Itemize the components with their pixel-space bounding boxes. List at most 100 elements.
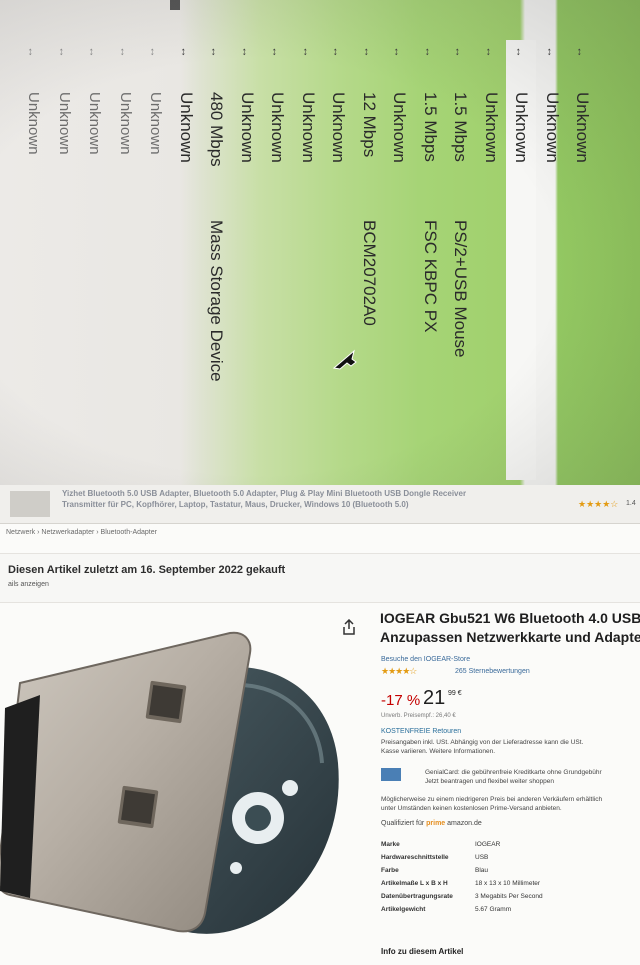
other-sellers-note-line-2: unter Umständen keinen kostenlosen Prime… xyxy=(381,805,562,812)
product-image[interactable] xyxy=(0,613,345,945)
usb-device-row[interactable]: ↔ 480 Mbps Mass Storage Device xyxy=(201,40,231,480)
usb-device-row-content: 1.5 Mbps FSC KBPC PX xyxy=(415,92,445,485)
row-expand-icon[interactable]: ↔ xyxy=(178,47,190,58)
usb-device-row[interactable]: ↔ Unknown xyxy=(262,40,292,480)
usb-device-row[interactable]: ↔ Unknown xyxy=(79,40,109,480)
spec-key: Artikelgewicht xyxy=(381,906,426,913)
prime-eligibility: Qualifiziert für prime amazon.de xyxy=(381,820,482,827)
usb-device-row[interactable]: ↔ Unknown xyxy=(232,40,262,480)
device-speed: Unknown xyxy=(116,92,134,155)
credit-card-offer-line-1[interactable]: GenialCard: die gebührenfreie Kreditkart… xyxy=(425,768,640,777)
usb-device-row[interactable]: ↔ Unknown xyxy=(476,40,506,480)
row-expand-icon[interactable]: ↔ xyxy=(544,47,556,58)
usb-device-row[interactable]: ↔ Unknown xyxy=(293,40,323,480)
brand-store-link[interactable]: Besuche den IOGEAR-Store xyxy=(381,656,470,663)
device-description: FSC KBPC PX xyxy=(420,220,440,333)
device-speed: Unknown xyxy=(390,92,409,163)
credit-card-offer-line-2[interactable]: Jetzt beantragen und flexibel weiter sho… xyxy=(425,777,640,786)
order-details-link[interactable]: ails anzeigen xyxy=(8,581,49,588)
sticky-product-title[interactable]: Yizhet Bluetooth 5.0 USB Adapter, Blueto… xyxy=(62,488,562,510)
usb-device-row[interactable]: ↔ Unknown xyxy=(171,40,201,480)
usb-device-row[interactable]: ↔ Unknown xyxy=(110,40,140,480)
row-expand-icon[interactable]: ↔ xyxy=(514,47,526,58)
prime-logo: prime xyxy=(426,820,446,827)
usb-device-row-content: Unknown xyxy=(18,92,48,485)
device-speed: Unknown xyxy=(147,92,164,155)
row-expand-icon[interactable]: ↔ xyxy=(392,47,404,58)
row-expand-icon[interactable]: ↔ xyxy=(361,47,373,58)
spec-value: 5.67 Gramm xyxy=(475,906,512,913)
row-expand-icon[interactable]: ↔ xyxy=(26,47,38,58)
sticky-product-bar[interactable]: Yizhet Bluetooth 5.0 USB Adapter, Blueto… xyxy=(0,485,640,524)
spec-value: 3 Megabits Per Second xyxy=(475,893,543,900)
usb-device-row[interactable]: ↔ 12 Mbps BCM20702A0 xyxy=(354,40,384,480)
device-speed: 1.5 Mbps xyxy=(451,92,470,162)
spec-row: Artikelmaße L x B x H 18 x 13 x 10 Millim… xyxy=(381,877,640,890)
usb-device-row[interactable]: ↔ Unknown xyxy=(49,40,79,480)
device-speed: Unknown xyxy=(573,92,592,163)
device-speed: Unknown xyxy=(329,92,348,163)
spec-row: Artikelgewicht 5.67 Gramm xyxy=(381,903,640,916)
price-whole: 21 xyxy=(423,687,446,709)
sticky-product-thumbnail[interactable] xyxy=(10,491,50,517)
credit-card-offer[interactable]: GenialCard: die gebührenfreie Kreditkart… xyxy=(425,768,640,786)
row-expand-icon[interactable]: ↔ xyxy=(239,47,251,58)
spec-key: Datenübertragungsrate xyxy=(381,893,453,900)
free-returns-link[interactable]: KOSTENFREIE Retouren xyxy=(381,728,461,735)
spec-value: Blau xyxy=(475,867,489,874)
usb-device-row[interactable]: ↔ Unknown xyxy=(506,40,536,480)
usb-device-row-content: Unknown xyxy=(293,92,323,485)
rating-count-link[interactable]: 265 Sternebewertungen xyxy=(455,668,530,675)
row-expand-icon[interactable]: ↔ xyxy=(56,47,68,58)
device-speed: Unknown xyxy=(86,92,103,155)
usb-device-row[interactable]: ↔ Unknown xyxy=(18,40,48,480)
product-specs-table: Marke IOGEAR Hardwareschnittstelle USB Farbe… xyxy=(381,838,640,916)
usb-device-row[interactable]: ↔ Unknown xyxy=(323,40,353,480)
tax-note-line-1: Preisangaben inkl. USt. Abhängig von der… xyxy=(381,739,584,746)
device-speed: Unknown xyxy=(237,92,257,163)
credit-card-icon xyxy=(381,768,401,781)
row-expand-icon[interactable]: ↔ xyxy=(270,47,282,58)
device-description: BCM20702A0 xyxy=(359,220,379,326)
device-speed: Unknown xyxy=(55,92,73,155)
row-expand-icon[interactable]: ↔ xyxy=(575,47,587,58)
usb-device-row[interactable]: ↔ Unknown xyxy=(537,40,567,480)
top-edge-mark xyxy=(170,0,180,10)
row-expand-icon[interactable]: ↔ xyxy=(422,47,434,58)
share-icon[interactable] xyxy=(342,619,356,635)
usb-device-row-content: 480 Mbps Mass Storage Device xyxy=(201,92,231,485)
product-title: IOGEAR Gbu521 W6 Bluetooth 4.0 USB Anzup… xyxy=(380,609,640,647)
row-expand-icon[interactable]: ↔ xyxy=(483,47,495,58)
row-expand-icon[interactable]: ↔ xyxy=(148,47,160,58)
usb-device-row-content: Unknown xyxy=(537,92,567,485)
rating-stars[interactable]: ★★★★☆ xyxy=(381,666,417,677)
usb-device-row-content: Unknown xyxy=(140,92,170,485)
row-expand-icon[interactable]: ↔ xyxy=(331,47,343,58)
row-expand-icon[interactable]: ↔ xyxy=(300,47,312,58)
sticky-title-line-1[interactable]: Yizhet Bluetooth 5.0 USB Adapter, Blueto… xyxy=(62,488,562,499)
usb-device-row-content: 12 Mbps BCM20702A0 xyxy=(354,92,384,485)
usb-device-row[interactable]: ↔ 1.5 Mbps FSC KBPC PX xyxy=(415,40,445,480)
usb-device-row[interactable]: ↔ 1.5 Mbps PS/2+USB Mouse xyxy=(445,40,475,480)
usb-device-row[interactable]: ↔ Unknown xyxy=(567,40,597,480)
usb-device-row-content: Unknown xyxy=(110,92,140,485)
price-cents: 99 € xyxy=(448,690,462,697)
about-this-item-heading: Info zu diesem Artikel xyxy=(381,947,464,956)
usb-device-row[interactable]: ↔ Unknown xyxy=(140,40,170,480)
breadcrumb[interactable]: Netzwerk › Netzwerkadapter › Bluetooth-A… xyxy=(6,529,157,536)
sticky-rating-stars[interactable]: ★★★★☆ xyxy=(578,499,618,510)
usb-device-row-content: Unknown xyxy=(384,92,414,485)
row-expand-icon[interactable]: ↔ xyxy=(117,47,129,58)
prime-suffix: amazon.de xyxy=(447,820,482,827)
sticky-rating-count[interactable]: 1.4 xyxy=(626,500,636,507)
sticky-title-line-2[interactable]: Transmitter für PC, Kopfhörer, Laptop, T… xyxy=(62,499,562,510)
device-speed: Unknown xyxy=(268,92,287,163)
tax-note-line-2[interactable]: Kasse variieren. Weitere Informationen. xyxy=(381,747,640,756)
row-expand-icon[interactable]: ↔ xyxy=(209,47,221,58)
row-expand-icon[interactable]: ↔ xyxy=(453,47,465,58)
usb-device-table-photo: ↔ Unknown ↔ Unknown ↔ Unknown ↔ Unknown ↔ Unknown… xyxy=(0,0,640,485)
row-expand-icon[interactable]: ↔ xyxy=(87,47,99,58)
other-sellers-note-line-1[interactable]: Möglicherweise zu einem niedrigeren Prei… xyxy=(381,795,640,804)
usb-device-row[interactable]: ↔ Unknown xyxy=(384,40,414,480)
usb-device-row-content: Unknown xyxy=(79,92,109,485)
